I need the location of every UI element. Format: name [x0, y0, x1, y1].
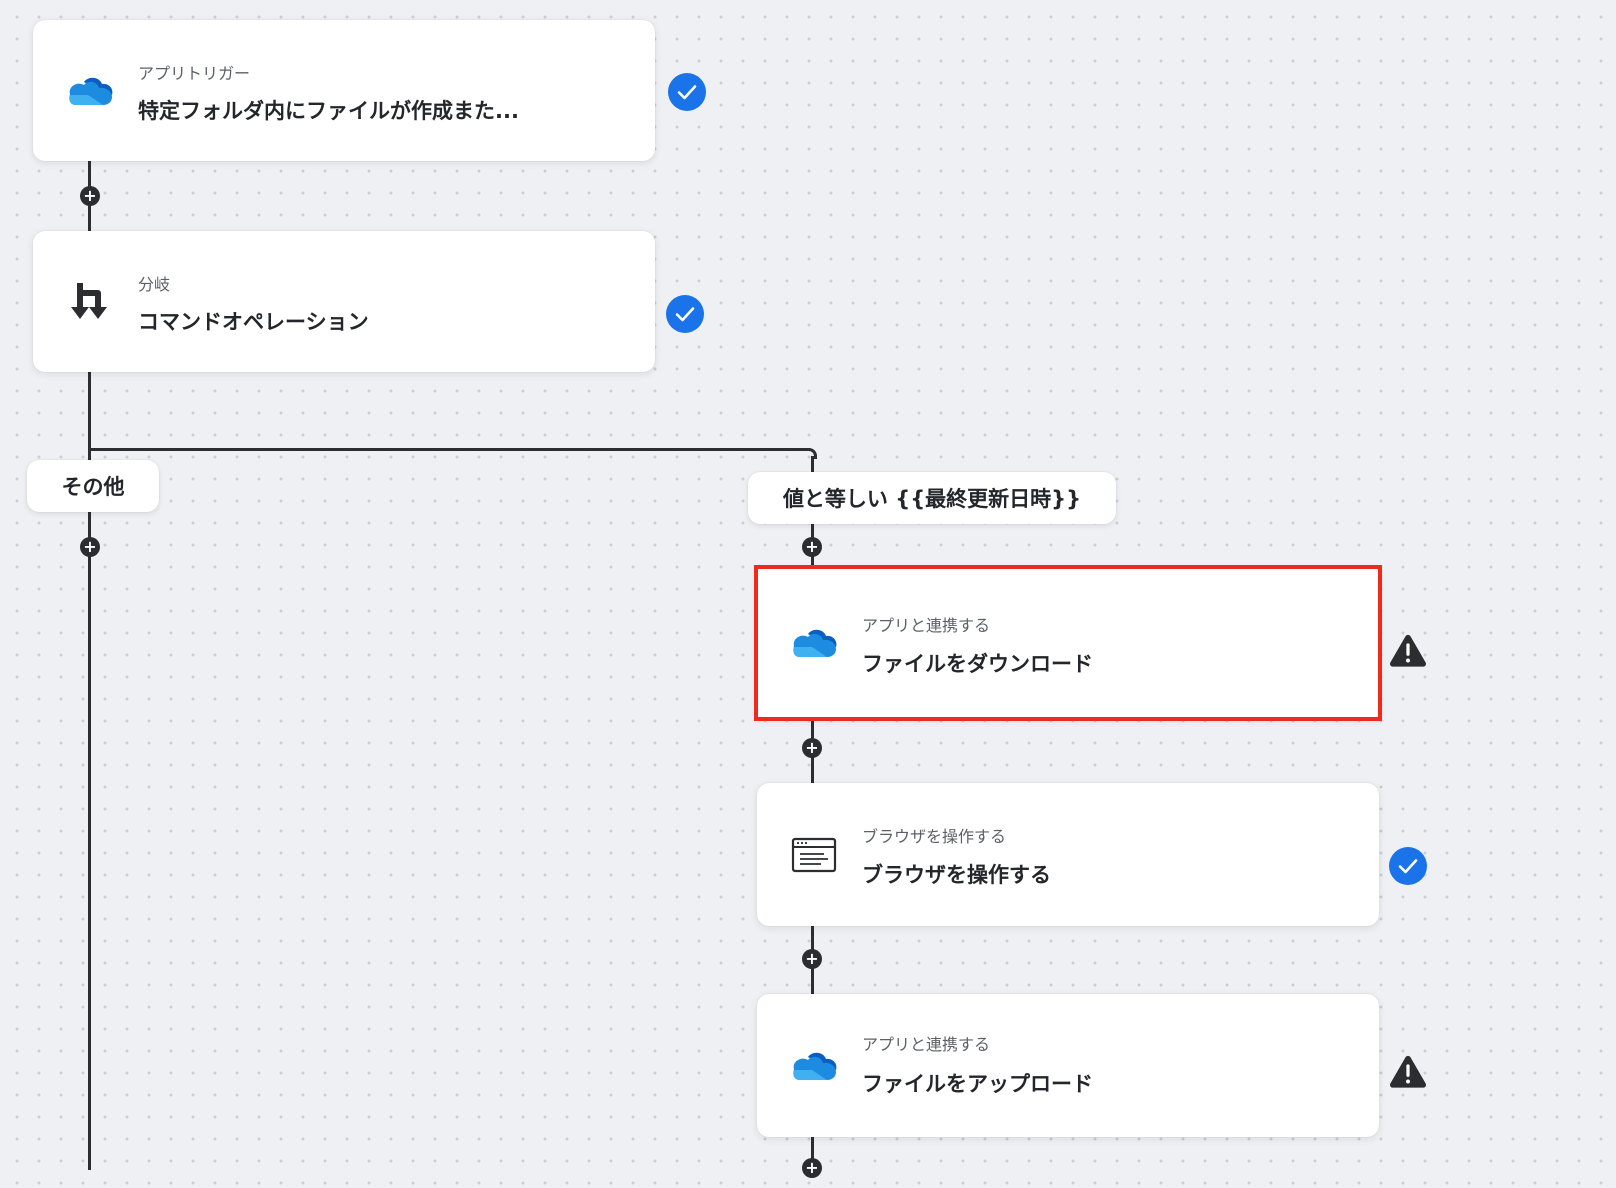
step-title: ブラウザを操作する	[862, 863, 1051, 887]
flow-step-card-browser[interactable]: ブラウザを操作する ブラウザを操作する	[757, 783, 1379, 926]
warning-icon	[1389, 1053, 1427, 1091]
step-title: 特定フォルダ内にファイルが作成また...	[138, 99, 519, 123]
step-type-label: ブラウザを操作する	[862, 827, 1007, 846]
browser-window-icon	[790, 835, 838, 875]
step-type-label: アプリと連携する	[862, 1035, 991, 1054]
add-step-button[interactable]: +	[802, 1158, 822, 1178]
step-type-label: アプリトリガー	[138, 64, 251, 83]
step-type-label: アプリと連携する	[862, 616, 991, 635]
check-icon	[666, 295, 704, 333]
add-step-button[interactable]: +	[80, 537, 100, 557]
branch-label-other[interactable]: その他	[27, 460, 159, 512]
branch-connector-line	[88, 448, 806, 451]
onedrive-cloud-icon	[790, 1046, 838, 1086]
branch-icon	[66, 282, 114, 322]
step-title: ファイルをダウンロード	[862, 652, 1093, 676]
branch-label-condition[interactable]: 値と等しい {{最終更新日時}}	[748, 472, 1116, 524]
add-step-button[interactable]: +	[802, 949, 822, 969]
check-icon	[668, 73, 706, 111]
onedrive-cloud-icon	[66, 71, 114, 111]
flow-step-card-upload[interactable]: アプリと連携する ファイルをアップロード	[757, 994, 1379, 1137]
step-title: ファイルをアップロード	[862, 1072, 1093, 1096]
add-step-button[interactable]: +	[802, 537, 822, 557]
warning-icon	[1389, 632, 1427, 670]
onedrive-cloud-icon	[790, 623, 838, 663]
flow-step-card-trigger[interactable]: アプリトリガー 特定フォルダ内にファイルが作成また...	[33, 20, 655, 161]
step-title: コマンドオペレーション	[138, 310, 369, 334]
flow-step-card-branch[interactable]: 分岐 コマンドオペレーション	[33, 231, 655, 372]
add-step-button[interactable]: +	[802, 738, 822, 758]
flow-step-card-download[interactable]: アプリと連携する ファイルをダウンロード	[754, 565, 1382, 721]
step-type-label: 分岐	[138, 275, 171, 294]
check-icon	[1389, 847, 1427, 885]
add-step-button[interactable]: +	[80, 186, 100, 206]
